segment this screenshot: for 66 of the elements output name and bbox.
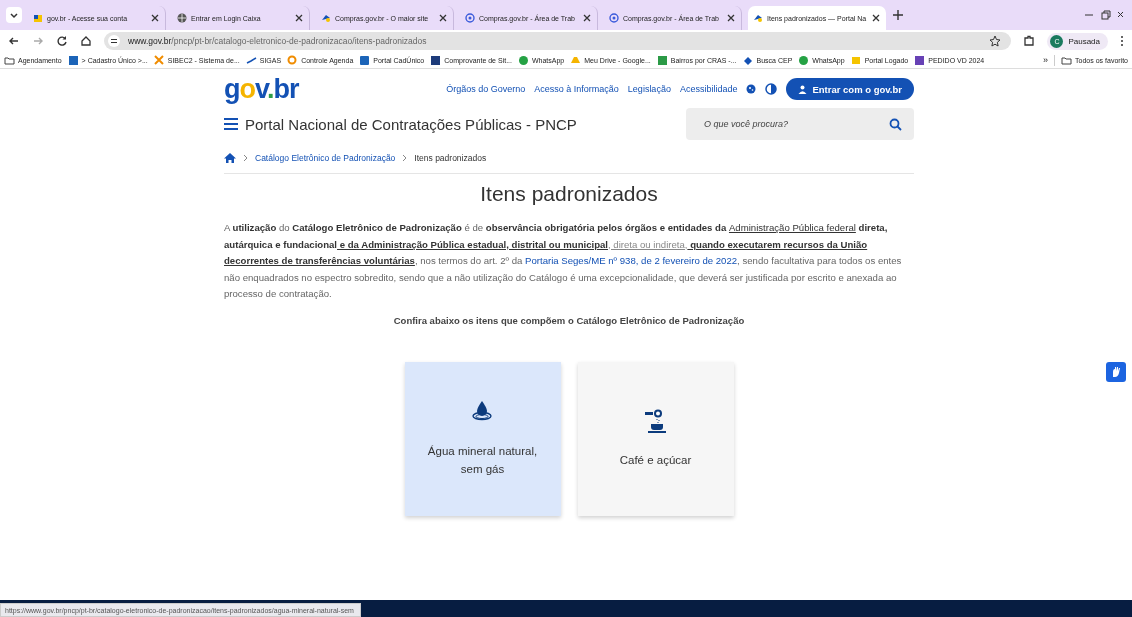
reload-icon[interactable] <box>56 35 68 47</box>
section-subheading: Confira abaixo os itens que compõem o Catálogo Eletrônico de Padronização <box>392 314 746 326</box>
header-link[interactable]: Legislação <box>627 84 671 94</box>
plus-icon[interactable] <box>892 9 904 21</box>
favicon-icon <box>321 13 331 23</box>
category-card[interactable]: Café e açúcar <box>577 361 734 516</box>
user-icon <box>798 84 808 94</box>
coffee-cup-icon <box>643 408 668 435</box>
breadcrumb-current: Itens padronizados <box>414 153 487 163</box>
close-icon[interactable] <box>150 13 160 23</box>
bookmark-icon <box>67 54 79 66</box>
bookmark-icon <box>153 54 165 66</box>
more-bookmarks-button[interactable]: » <box>1043 55 1049 65</box>
tab-list-button[interactable] <box>6 7 22 23</box>
page-heading: Itens padronizados <box>479 182 659 206</box>
chevron-down-icon <box>9 10 19 20</box>
header-link[interactable]: Órgãos do Governo <box>446 84 526 94</box>
chevron-right-icon <box>243 154 248 162</box>
more-icon[interactable] <box>1120 35 1124 47</box>
folder-icon <box>1061 54 1073 66</box>
bookmark-icon <box>742 54 754 66</box>
intro-paragraph: A utilização do Catálogo Eletrônico de Padronização é de observância obrigatória pelos órgãos e entidades da Administração Pública federal direta, autárquica e fundacional e da Administração Pública estadual, distrital ou municipal, direta ou indireta, quando executarem recursos da União decorrentes de transferências voluntárias, nos termos do art. 2º da Portaria Seges/ME nº 938, de 2 fevereiro de 2022, sendo facultativa para todos os entes não enquadrados no espectro sobredito, sendo que a não utilização do Catálogo é uma excepcionalidade, que deverá ser justificada por escrito e anexada ao processo de contratação. <box>224 221 903 301</box>
bookmark-icon <box>287 54 299 66</box>
bookmark-icon <box>517 54 529 66</box>
header-link[interactable]: Acessibilidade <box>679 84 738 94</box>
site-title: Portal Nacional de Contratações Públicas - PNCP <box>245 115 577 133</box>
restore-icon[interactable] <box>1100 9 1111 21</box>
bookmark-icon <box>4 54 15 66</box>
contrast-icon[interactable] <box>765 83 778 95</box>
gov-br-logo[interactable]: gov.br <box>224 73 299 105</box>
close-icon[interactable] <box>294 13 304 23</box>
back-arrow-icon[interactable] <box>8 35 20 47</box>
favicon-icon <box>609 13 619 23</box>
close-icon[interactable] <box>438 13 448 23</box>
close-icon[interactable] <box>1117 11 1124 19</box>
bookmark-icon <box>914 54 926 66</box>
favicon-icon <box>465 13 475 23</box>
search-icon[interactable] <box>889 118 902 131</box>
header-link[interactable]: Acesso à Informação <box>534 84 619 94</box>
bookmark-icon <box>359 54 371 66</box>
close-icon[interactable] <box>582 13 592 23</box>
bookmark-icon <box>798 54 810 66</box>
bookmark-icon <box>570 54 582 66</box>
login-button[interactable]: Entrar com o gov.br <box>786 78 914 100</box>
bookmark-icon <box>245 54 257 66</box>
close-icon[interactable] <box>726 13 736 23</box>
address-field[interactable]: www.gov.br/pncp/pt-br/catalogo-eletronico-de-padronizacao/itens-padronizados <box>104 32 1012 50</box>
chevron-right-icon <box>402 154 408 162</box>
favicon-icon <box>33 13 43 23</box>
favicon-icon <box>753 13 763 23</box>
bookmark-icon <box>656 54 668 66</box>
star-icon[interactable] <box>989 35 1002 47</box>
bookmark-icon <box>850 54 862 66</box>
home-icon[interactable] <box>224 152 236 164</box>
hand-icon <box>1110 366 1122 378</box>
cookie-icon[interactable] <box>746 84 757 94</box>
menu-icon[interactable] <box>224 117 238 131</box>
bookmark-icon <box>430 54 442 66</box>
category-card[interactable]: Água mineral natural, sem gás <box>404 361 561 516</box>
accessibility-button[interactable] <box>1106 362 1126 382</box>
favicon-icon <box>177 13 187 23</box>
search-field[interactable]: O que você procura? <box>686 108 914 140</box>
site-info-icon[interactable] <box>108 35 120 47</box>
close-icon[interactable] <box>871 13 881 23</box>
home-icon[interactable] <box>80 35 92 47</box>
breadcrumb-link[interactable]: Catálogo Eletrônico de Padronização <box>255 153 396 163</box>
